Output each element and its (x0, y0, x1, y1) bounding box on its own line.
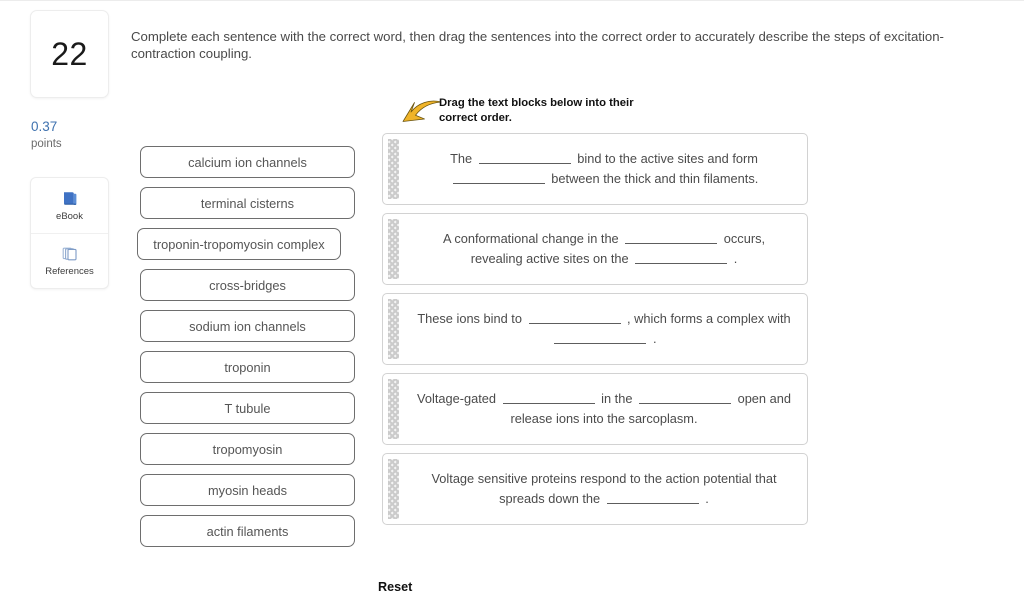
sentence-fragment: , which forms a complex with (623, 310, 791, 326)
drop-blank[interactable] (554, 331, 647, 344)
word-chip[interactable]: troponin-tropomyosin complex (137, 228, 341, 260)
references-button[interactable]: References (31, 233, 108, 288)
sentence-block[interactable]: Voltage-gated in the open and release io… (382, 373, 808, 445)
points-label: points (31, 137, 62, 150)
word-chip[interactable]: myosin heads (140, 474, 355, 506)
sentence-fragment: in the (597, 390, 637, 406)
tools-panel: eBook References (30, 177, 109, 289)
sentence-fragment: between the thick and thin filaments. (547, 171, 759, 186)
drop-blank[interactable] (502, 391, 595, 404)
curved-arrow-icon (400, 95, 444, 129)
ebook-label: eBook (56, 210, 83, 222)
sentence-block[interactable]: A conformational change in the occurs, r… (382, 213, 808, 285)
word-chip[interactable]: actin filaments (140, 515, 355, 547)
sentence-text: These ions bind to , which forms a compl… (417, 309, 791, 349)
drag-handle-icon[interactable] (388, 379, 399, 439)
sentence-text: Voltage-gated in the open and release io… (417, 389, 791, 429)
sentence-fragment: These ions bind to (417, 310, 526, 326)
word-chip[interactable]: calcium ion channels (140, 146, 355, 178)
sentence-block[interactable]: Voltage sensitive proteins respond to th… (382, 453, 808, 525)
drag-handle-icon[interactable] (388, 139, 399, 199)
sentence-fragment: Voltage-gated (417, 390, 500, 406)
drop-blank[interactable] (528, 311, 621, 324)
sentence-block[interactable]: These ions bind to , which forms a compl… (382, 293, 808, 365)
drag-handle-icon[interactable] (388, 299, 399, 359)
left-rail: 22 0.37 points eBook References (0, 1, 130, 604)
drop-blank[interactable] (452, 171, 545, 184)
sentence-fragment: . (701, 491, 709, 506)
word-chip[interactable]: cross-bridges (140, 269, 355, 301)
word-chip[interactable]: tropomyosin (140, 433, 355, 465)
drop-blank[interactable] (639, 391, 732, 404)
pages-icon (61, 245, 79, 263)
drop-blank[interactable] (478, 151, 571, 164)
word-chip[interactable]: T tubule (140, 392, 355, 424)
sentence-block[interactable]: The bind to the active sites and form be… (382, 133, 808, 205)
question-stem: Complete each sentence with the correct … (131, 29, 944, 62)
word-chip[interactable]: terminal cisterns (140, 187, 355, 219)
word-chip[interactable]: troponin (140, 351, 355, 383)
drop-blank[interactable] (635, 251, 728, 264)
points-block: 0.37 points (31, 119, 121, 151)
sentence-fragment: Voltage sensitive proteins respond to th… (431, 470, 777, 506)
drop-blank[interactable] (625, 231, 718, 244)
references-label: References (45, 266, 94, 277)
sentence-text: Voltage sensitive proteins respond to th… (417, 469, 791, 509)
drag-hint-text: Drag the text blocks below into their co… (439, 97, 634, 124)
question-number-card: 22 (30, 10, 109, 98)
points-value: 0.37 (31, 119, 58, 134)
reset-button[interactable]: Reset (378, 580, 412, 594)
ebook-button[interactable]: eBook (31, 178, 108, 233)
sentence-fragment: The (450, 150, 476, 166)
sentence-list: The bind to the active sites and form be… (382, 133, 808, 533)
sentence-fragment: A conformational change in the (442, 230, 623, 246)
word-chip[interactable]: sodium ion channels (140, 310, 355, 342)
sentence-fragment: bind to the active sites and form (573, 150, 758, 166)
drag-handle-icon[interactable] (388, 219, 399, 279)
drag-handle-icon[interactable] (388, 459, 399, 519)
word-bank: calcium ion channels terminal cisterns tro… (137, 146, 355, 556)
book-icon (61, 190, 79, 208)
question-page: 22 0.37 points eBook References Complete… (0, 0, 1024, 604)
drop-blank[interactable] (606, 491, 699, 504)
sentence-text: A conformational change in the occurs, r… (417, 229, 791, 269)
question-number: 22 (51, 35, 88, 72)
sentence-fragment: . (649, 331, 657, 346)
sentence-text: The bind to the active sites and form be… (417, 149, 791, 189)
sentence-fragment: . (730, 251, 738, 266)
